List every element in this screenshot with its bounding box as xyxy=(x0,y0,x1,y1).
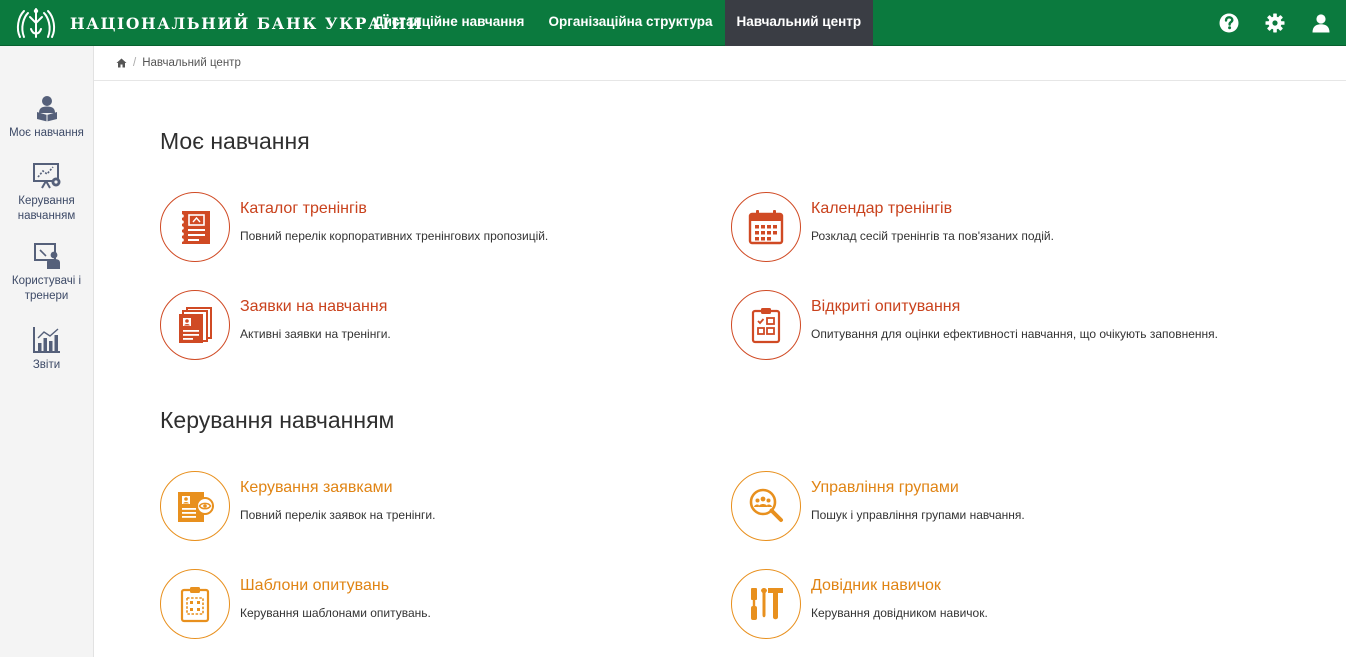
sidebar: Моє навчання Керування навчанням Користу… xyxy=(0,46,94,657)
applications-stack-icon xyxy=(179,307,212,343)
home-icon[interactable] xyxy=(116,58,127,68)
card-title[interactable]: Шаблони опитувань xyxy=(240,577,389,595)
card-title[interactable]: Каталог тренінгів xyxy=(240,200,367,218)
calendar-icon xyxy=(748,210,784,245)
card-title[interactable]: Довідник навичок xyxy=(811,577,941,595)
survey-template-icon xyxy=(180,587,210,623)
breadcrumb-current: Навчальний центр xyxy=(142,57,241,69)
card-title[interactable]: Управління групами xyxy=(811,479,959,497)
surveys-button[interactable] xyxy=(731,290,801,360)
sidebar-item-label: Звіти xyxy=(32,359,61,371)
nbu-logo-icon xyxy=(16,8,56,38)
presentation-gear-icon xyxy=(32,163,60,189)
applications-button[interactable] xyxy=(160,290,230,360)
card-manage-groups: Управління групами Пошук і управління гр… xyxy=(731,471,1271,543)
nav-distance-learning[interactable]: Дистанційне навчання xyxy=(362,0,536,46)
sidebar-item-label: Моє навчання xyxy=(9,127,84,139)
nav-org-structure[interactable]: Організаційна структура xyxy=(536,0,724,46)
breadcrumb-separator: / xyxy=(133,57,137,69)
card-training-applications: Заявки на навчання Активні заявки на тре… xyxy=(160,290,700,362)
card-manage-applications: Керування заявками Повний перелік заявок… xyxy=(160,471,700,543)
sidebar-item-reports[interactable]: Звіти xyxy=(0,326,93,373)
card-skills-directory: Довідник навичок Керування довідником на… xyxy=(731,569,1271,641)
header-actions xyxy=(1194,0,1332,46)
bar-chart-icon xyxy=(32,327,60,353)
card-description: Повний перелік корпоративних тренінгових… xyxy=(240,229,549,243)
nav-training-center[interactable]: Навчальний центр xyxy=(724,0,874,46)
card-open-surveys: Відкриті опитування Опитування для оцінк… xyxy=(731,290,1271,362)
card-title[interactable]: Календар тренінгів xyxy=(811,200,952,218)
help-icon[interactable] xyxy=(1218,12,1240,34)
tools-icon xyxy=(751,588,783,620)
card-description: Опитування для оцінки ефективності навча… xyxy=(811,327,1218,341)
card-title[interactable]: Відкриті опитування xyxy=(811,298,960,316)
top-navbar: НАЦІОНАЛЬНИЙ БАНК УКРАЇНИ Дистанційне на… xyxy=(0,0,1346,46)
group-search-icon xyxy=(749,488,783,522)
card-training-calendar: Календар тренінгів Розклад сесій тренінг… xyxy=(731,192,1271,264)
section-title-my-learning: Моє навчання xyxy=(160,128,310,154)
manage-groups-button[interactable] xyxy=(731,471,801,541)
breadcrumb: / Навчальний центр xyxy=(94,46,1346,81)
card-description: Активні заявки на тренінги. xyxy=(240,327,391,341)
gear-icon[interactable] xyxy=(1264,12,1286,34)
application-review-icon xyxy=(178,492,214,522)
clipboard-checklist-icon xyxy=(751,308,781,344)
sidebar-item-my-learning[interactable]: Моє навчання xyxy=(0,94,93,141)
trainer-board-icon xyxy=(33,243,60,269)
reader-icon xyxy=(36,96,57,122)
user-icon[interactable] xyxy=(1310,12,1332,34)
main-nav: Дистанційне навчання Організаційна струк… xyxy=(362,0,874,46)
section-title-training-management: Керування навчанням xyxy=(160,407,395,433)
calendar-button[interactable] xyxy=(731,192,801,262)
card-title[interactable]: Керування заявками xyxy=(240,479,393,497)
sidebar-item-users-trainers[interactable]: Користувачі і тренери xyxy=(0,242,93,304)
sidebar-item-training-management[interactable]: Керування навчанням xyxy=(0,162,93,224)
catalog-button[interactable] xyxy=(160,192,230,262)
card-survey-templates: Шаблони опитувань Керування шаблонами оп… xyxy=(160,569,700,641)
survey-templates-button[interactable] xyxy=(160,569,230,639)
skills-directory-button[interactable] xyxy=(731,569,801,639)
catalog-notebook-icon xyxy=(180,211,210,244)
card-description: Керування довідником навичок. xyxy=(811,606,988,620)
sidebar-item-label: Користувачі і тренери xyxy=(11,275,82,302)
card-title[interactable]: Заявки на навчання xyxy=(240,298,387,316)
card-training-catalog: Каталог тренінгів Повний перелік корпора… xyxy=(160,192,700,264)
card-description: Повний перелік заявок на тренінги. xyxy=(240,508,436,522)
card-description: Пошук і управління групами навчання. xyxy=(811,508,1025,522)
card-description: Керування шаблонами опитувань. xyxy=(240,606,431,620)
card-description: Розклад сесій тренінгів та пов'язаних по… xyxy=(811,229,1054,243)
sidebar-item-label: Керування навчанням xyxy=(17,195,76,222)
manage-applications-button[interactable] xyxy=(160,471,230,541)
